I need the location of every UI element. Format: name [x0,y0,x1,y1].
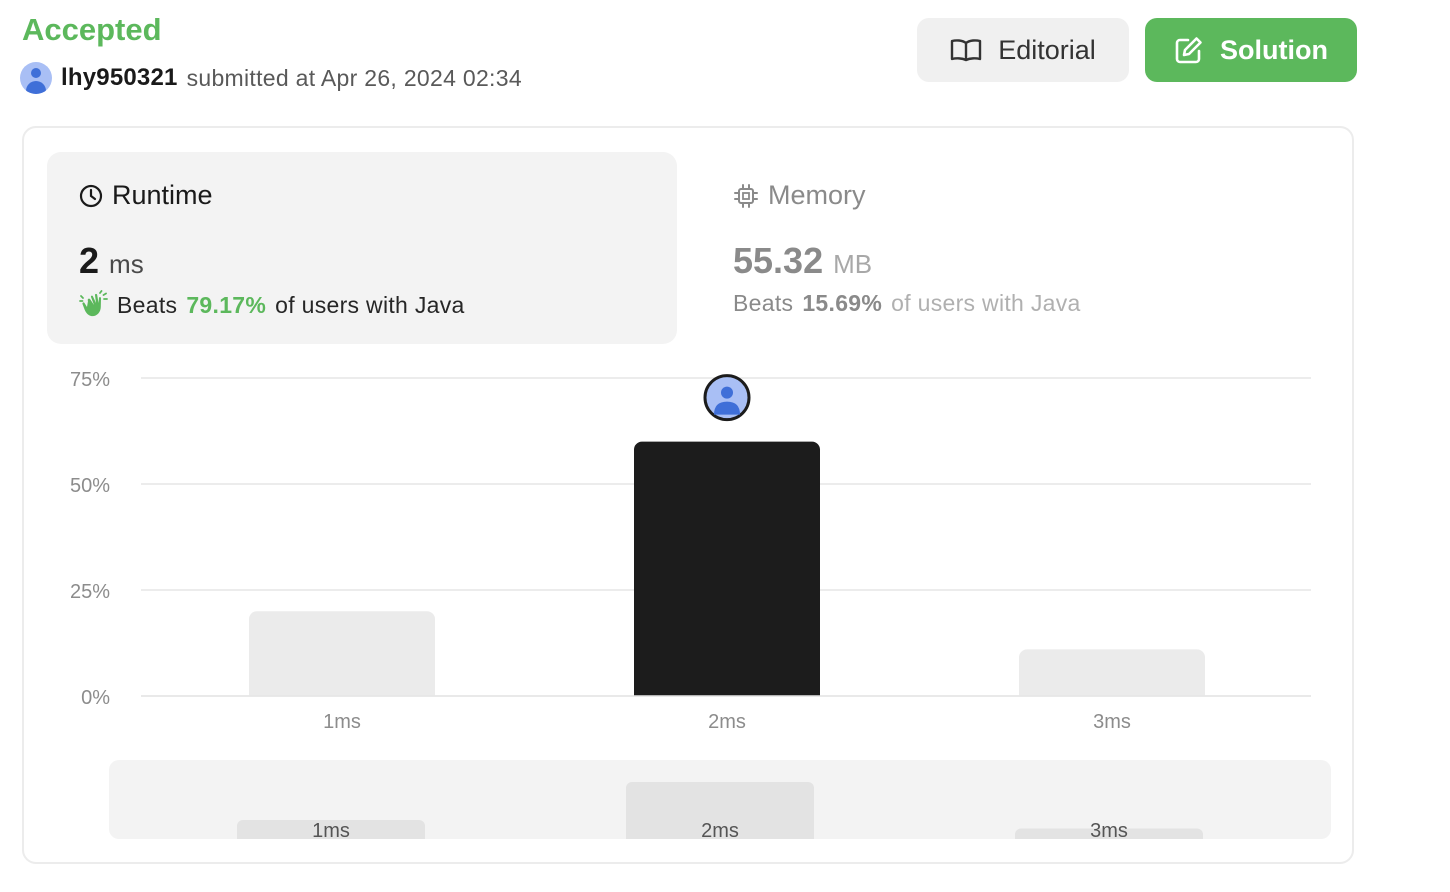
memory-title-text: Memory [768,180,866,210]
solution-button[interactable]: Solution [1145,18,1357,82]
submission-status: Accepted [22,12,162,47]
chip-icon [734,183,758,208]
x-tick-label: 1ms [323,711,361,733]
book-icon [951,39,982,62]
runtime-beats-label: Beats [117,291,178,318]
distribution-overview[interactable]: 1ms 2ms 3ms [109,760,1331,839]
solution-label: Solution [1220,34,1328,65]
username-link[interactable]: lhy950321 [61,64,178,92]
clock-icon [79,184,103,207]
bar-base [634,688,820,696]
memory-panel[interactable]: Memory 55.32 MB Beats 15.69% of users wi… [709,152,1339,344]
overview-tick-label: 1ms [312,820,350,839]
y-tick-label: 0% [81,687,110,709]
memory-metric: 55.32 MB [733,240,872,282]
memory-value: 55.32 [733,240,824,281]
x-tick-label: 3ms [1093,711,1131,733]
memory-beats-label: Beats [733,290,794,316]
bar-base [249,688,435,696]
your-submission-avatar [703,374,751,422]
bar-2ms[interactable] [634,441,820,696]
submission-info: lhy950321 submitted at Apr 26, 2024 02:3… [20,62,522,94]
runtime-metric: 2 ms [79,240,144,282]
runtime-title: Runtime [79,180,213,211]
user-avatar[interactable] [20,62,52,94]
editorial-label: Editorial [998,34,1096,65]
bar-1ms[interactable] [249,611,435,696]
runtime-distribution-chart: 75% 50% 25% 0% 1ms 2ms 3ms [70,369,1311,733]
runtime-beats-percent: 79.17% [186,291,267,318]
memory-beats-tail: of users with Java [891,290,1081,316]
editorial-button[interactable]: Editorial [917,18,1129,82]
overview-tick-label: 2ms [701,820,739,839]
memory-unit: MB [833,249,873,279]
bar-base [1019,688,1205,696]
memory-title: Memory [733,180,866,211]
y-tick-label: 75% [70,369,110,391]
y-tick-label: 50% [70,475,110,497]
y-tick-label: 25% [70,581,110,603]
edit-icon [1175,37,1202,64]
overview-chart: 1ms 2ms 3ms [237,782,1203,839]
clapping-hands-icon [79,290,108,317]
runtime-unit: ms [109,249,144,279]
memory-beats: Beats 15.69% of users with Java [733,290,1081,317]
submitted-time: submitted at Apr 26, 2024 02:34 [186,64,522,91]
runtime-panel[interactable]: Runtime 2 ms Beats 79.17% of users with … [47,152,677,344]
runtime-beats-tail: of users with Java [275,291,465,318]
memory-beats-percent: 15.69% [802,290,883,316]
x-tick-label: 2ms [708,711,746,733]
runtime-title-text: Runtime [112,180,213,210]
overview-tick-label: 3ms [1090,820,1128,839]
runtime-value: 2 [79,240,100,281]
runtime-beats: Beats 79.17% of users with Java [79,290,465,320]
